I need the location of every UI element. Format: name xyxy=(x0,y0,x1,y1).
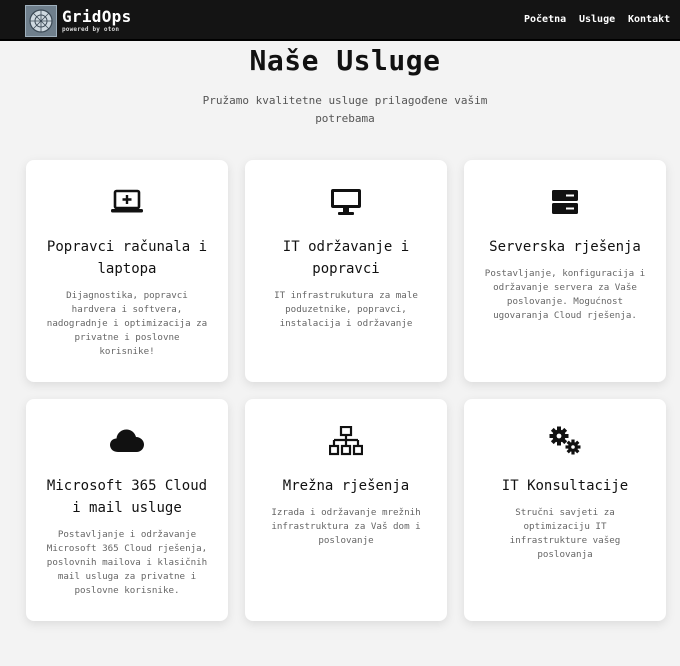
service-description: Izrada i održavanje mrežnih infrastruktu… xyxy=(271,507,421,546)
nav-link-kontakt[interactable]: Kontakt xyxy=(628,14,670,25)
nav-link-pocetna[interactable]: Početna xyxy=(524,14,566,25)
laptop-icon xyxy=(26,187,228,217)
page-title: Naše Usluge xyxy=(249,44,441,77)
logo[interactable] xyxy=(25,5,57,37)
gears-icon xyxy=(464,426,666,456)
service-title: Microsoft 365 Cloud i mail usluge xyxy=(46,478,208,516)
desktop-icon xyxy=(245,187,447,217)
service-description: Postavljanje, konfiguracija i održavanje… xyxy=(484,268,646,321)
service-card-microsoft-365[interactable]: Microsoft 365 Cloud i mail usluge Postav… xyxy=(26,399,228,621)
cloud-icon xyxy=(26,426,228,456)
service-description: Stručni savjeti za optimizaciju IT infra… xyxy=(509,507,621,560)
service-card-mrezna[interactable]: Mrežna rješenja Izrada i održavanje mrež… xyxy=(245,399,447,621)
page-subtitle: Pružamo kvalitetne usluge prilagođene va… xyxy=(202,94,488,125)
service-title: Serverska rješenja xyxy=(489,239,641,255)
service-title: Mrežna rješenja xyxy=(282,478,410,494)
brand-tagline: powered by oton xyxy=(62,26,120,33)
logo-emblem-icon xyxy=(29,9,53,33)
service-card-serverska[interactable]: Serverska rješenja Postavljanje, konfigu… xyxy=(464,160,666,382)
nav-link-usluge[interactable]: Usluge xyxy=(579,14,615,25)
service-title: Popravci računala i laptopa xyxy=(46,239,208,277)
service-description: Dijagnostika, popravci hardvera i softve… xyxy=(46,290,208,357)
navbar: GridOps powered by oton Početna Usluge K… xyxy=(0,0,680,41)
service-card-konsultacije[interactable]: IT Konsultacije Stručni savjeti za optim… xyxy=(464,399,666,621)
server-icon xyxy=(464,187,666,217)
service-title: IT održavanje i popravci xyxy=(282,239,410,277)
service-card-it-odrzavanje[interactable]: IT održavanje i popravci IT infrastrukut… xyxy=(245,160,447,382)
service-description: Postavljanje i održavanje Microsoft 365 … xyxy=(46,529,208,596)
service-description: IT infrastrukutura za male poduzetnike, … xyxy=(274,290,418,329)
brand-name[interactable]: GridOps xyxy=(62,7,132,26)
network-icon xyxy=(245,426,447,456)
service-title: IT Konsultacije xyxy=(501,478,629,494)
service-card-popravci[interactable]: Popravci računala i laptopa Dijagnostika… xyxy=(26,160,228,382)
